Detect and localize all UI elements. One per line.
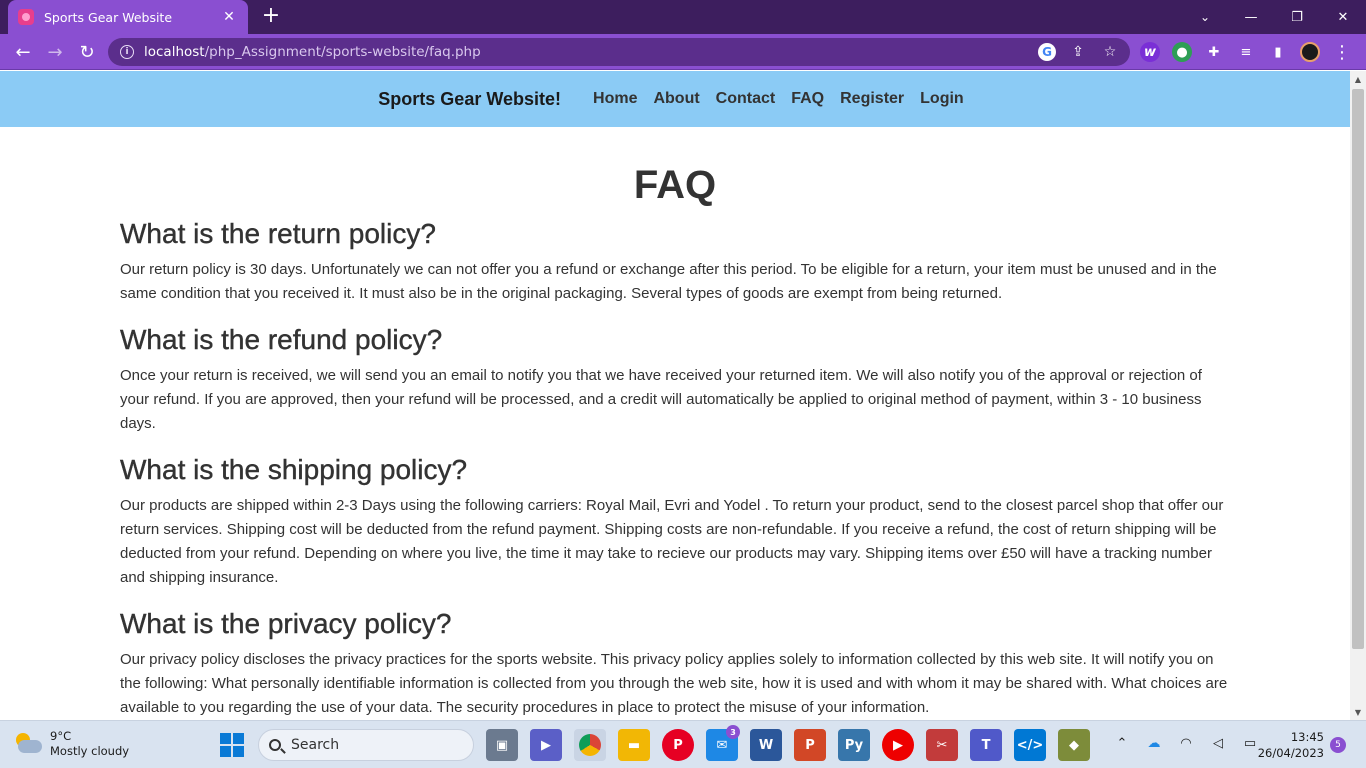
powerpoint-icon[interactable]: P: [794, 729, 826, 761]
clock-time: 13:45: [1290, 730, 1324, 744]
task-view-icon[interactable]: ▣: [486, 729, 518, 761]
weather-condition: Mostly cloudy: [50, 744, 130, 758]
file-explorer-icon[interactable]: ▬: [618, 729, 650, 761]
nav-login[interactable]: Login: [920, 90, 964, 108]
nav-register[interactable]: Register: [840, 90, 904, 108]
extension-w-icon[interactable]: w: [1140, 42, 1160, 62]
nav-contact[interactable]: Contact: [716, 90, 776, 108]
teams-icon[interactable]: T: [970, 729, 1002, 761]
search-label: Search: [291, 737, 340, 753]
weather-temperature: 9°C: [50, 729, 72, 743]
system-tray: ⌃ ☁ ◠ ◁ ▭: [1112, 733, 1260, 753]
notification-count[interactable]: 5: [1330, 737, 1346, 753]
faq-question: What is the privacy policy?: [120, 608, 452, 639]
back-button[interactable]: ←: [8, 37, 38, 67]
taskbar-search[interactable]: Search: [258, 729, 474, 761]
nav-about[interactable]: About: [653, 90, 699, 108]
close-window-button[interactable]: ✕: [1320, 0, 1366, 34]
faq-content: FAQ What is the return policy? Our retur…: [0, 163, 1350, 720]
site-brand[interactable]: Sports Gear Website!: [378, 89, 561, 110]
extensions-puzzle-icon[interactable]: ✚: [1204, 42, 1224, 62]
tab-search-chevron-icon[interactable]: ⌄: [1190, 4, 1220, 30]
faq-answer: Our return policy is 30 days. Unfortunat…: [120, 261, 1217, 302]
scroll-down-arrow-icon[interactable]: ▼: [1350, 704, 1366, 720]
volume-icon[interactable]: ◁: [1208, 733, 1228, 753]
minimize-button[interactable]: —: [1228, 0, 1274, 34]
mail-badge: 3: [726, 725, 740, 739]
web-page: Sports Gear Website! Home About Contact …: [0, 71, 1350, 720]
page-title: FAQ: [633, 163, 717, 207]
forward-button[interactable]: →: [40, 37, 70, 67]
site-navbar: Sports Gear Website! Home About Contact …: [0, 71, 1350, 127]
media-queue-icon[interactable]: ≡: [1236, 42, 1256, 62]
faq-question: What is the return policy?: [120, 218, 436, 249]
browser-tab-strip: Sports Gear Website ✕ + ⌄ — ❐ ✕: [0, 0, 1366, 34]
scroll-up-arrow-icon[interactable]: ▲: [1350, 71, 1366, 87]
close-tab-icon[interactable]: ✕: [220, 9, 238, 25]
faq-question: What is the refund policy?: [120, 324, 443, 355]
site-info-icon[interactable]: i: [120, 45, 134, 59]
nav-faq[interactable]: FAQ: [791, 90, 824, 108]
site-favicon-icon: [18, 9, 34, 25]
chrome-icon[interactable]: [574, 729, 606, 761]
start-button[interactable]: [220, 733, 244, 757]
nav-home[interactable]: Home: [593, 90, 637, 108]
faq-answer: Our privacy policy discloses the privacy…: [120, 651, 1228, 716]
search-icon: [269, 739, 281, 751]
wifi-icon[interactable]: ◠: [1176, 733, 1196, 753]
extension-green-icon[interactable]: ●: [1172, 42, 1192, 62]
restore-button[interactable]: ❐: [1274, 0, 1320, 34]
window-controls: — ❐ ✕: [1228, 0, 1366, 34]
youtube-icon[interactable]: ▶: [882, 729, 914, 761]
tab-title: Sports Gear Website: [44, 9, 173, 25]
scrollbar-thumb[interactable]: [1352, 89, 1364, 649]
word-icon[interactable]: W: [750, 729, 782, 761]
python-icon[interactable]: Py: [838, 729, 870, 761]
bookmark-star-icon[interactable]: ☆: [1100, 42, 1120, 62]
profile-avatar[interactable]: [1300, 42, 1320, 62]
weather-widget[interactable]: 9°C Mostly cloudy: [14, 729, 129, 759]
partly-cloudy-icon: [14, 733, 42, 755]
mail-icon[interactable]: ✉ 3: [706, 725, 740, 761]
taskbar-apps: ▣ ▶ ▬ P ✉ 3 W P Py ▶ ✂ T </> ◆: [486, 725, 1090, 761]
share-icon[interactable]: ⇪: [1068, 42, 1088, 62]
new-tab-button[interactable]: +: [258, 4, 284, 30]
faq-answer: Once your return is received, we will se…: [120, 367, 1202, 432]
browser-tab[interactable]: Sports Gear Website ✕: [8, 0, 248, 34]
clock-date: 26/04/2023: [1257, 746, 1324, 760]
page-scrollbar[interactable]: ▲ ▼: [1350, 71, 1366, 720]
reload-button[interactable]: ↻: [72, 37, 102, 67]
url-path: /php_Assignment/sports-website/faq.php: [204, 44, 481, 60]
faq-answer: Our products are shipped within 2-3 Days…: [120, 497, 1224, 586]
system-clock[interactable]: 13:45 26/04/2023: [1256, 729, 1324, 761]
vscode-icon[interactable]: </>: [1014, 729, 1046, 761]
google-lens-icon[interactable]: G: [1038, 43, 1056, 61]
virtualbox-icon[interactable]: ◆: [1058, 729, 1090, 761]
side-panel-icon[interactable]: ▮: [1268, 42, 1288, 62]
chevron-up-icon[interactable]: ⌃: [1112, 733, 1132, 753]
onedrive-cloud-icon[interactable]: ☁: [1144, 733, 1164, 753]
snipping-tool-icon[interactable]: ✂: [926, 729, 958, 761]
pinterest-icon[interactable]: P: [662, 729, 694, 761]
browser-toolbar: ← → ↻ i localhost/php_Assignment/sports-…: [0, 34, 1366, 70]
faq-question: What is the shipping policy?: [120, 454, 468, 485]
url-host: localhost: [144, 44, 205, 60]
browser-menu-icon[interactable]: ⋮: [1332, 42, 1352, 63]
address-bar[interactable]: i localhost/php_Assignment/sports-websit…: [108, 38, 1130, 66]
meet-camera-icon[interactable]: ▶: [530, 729, 562, 761]
taskbar: 9°C Mostly cloudy Search ▣ ▶ ▬ P ✉ 3 W P …: [0, 720, 1366, 768]
